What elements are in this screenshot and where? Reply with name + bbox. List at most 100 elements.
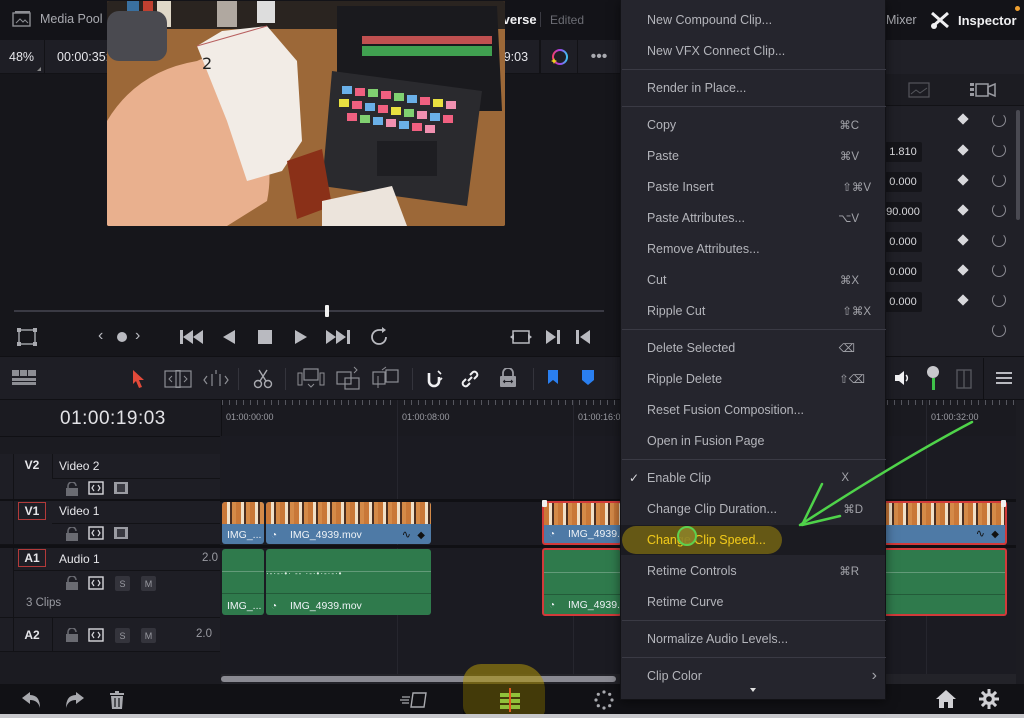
menu-item-change-clip-duration[interactable]: Change Clip Duration... ⌘D <box>621 494 885 524</box>
reset-icon[interactable] <box>992 173 1006 187</box>
track-id[interactable]: A2 <box>18 626 46 644</box>
solo-button[interactable]: S <box>115 576 130 591</box>
selection-tool-icon[interactable] <box>133 370 145 388</box>
marker-icon[interactable] <box>581 370 595 386</box>
menu-item-cut[interactable]: Cut ⌘X <box>621 265 885 295</box>
flag-marker-icon[interactable] <box>547 370 559 386</box>
audio-clip[interactable]: ·-·-·•· -- ·-·•·-·-·• ◔ IMG_4939.mov <box>266 549 431 615</box>
match-frame-icon[interactable] <box>117 332 127 342</box>
video-clip[interactable]: IMG_... <box>222 502 264 544</box>
clip-trim-handle[interactable] <box>1001 500 1006 507</box>
reset-icon[interactable] <box>992 233 1006 247</box>
reset-icon[interactable] <box>992 293 1006 307</box>
fusion-page-icon[interactable] <box>594 690 614 710</box>
reset-icon[interactable] <box>992 113 1006 127</box>
replace-clip-icon[interactable] <box>372 366 400 390</box>
mark-out-icon[interactable] <box>576 330 590 344</box>
next-edit-icon[interactable]: › <box>135 326 140 346</box>
video-clip-selected[interactable]: IMG_4939.mov ◔ <box>542 501 622 545</box>
overwrite-clip-icon[interactable] <box>336 366 360 390</box>
track-lock-icon[interactable] <box>64 482 80 496</box>
auto-select-icon[interactable] <box>88 526 104 540</box>
solo-button[interactable]: S <box>115 628 130 643</box>
menu-item-open-in-fusion-page[interactable]: Open in Fusion Page <box>621 426 885 456</box>
home-icon[interactable] <box>936 690 956 708</box>
menu-item-delete-selected[interactable]: Delete Selected ⌫ <box>621 333 885 363</box>
fullscreen-viewer-icon[interactable] <box>510 329 532 345</box>
blade-tool-icon[interactable] <box>253 369 273 389</box>
image-tab-icon[interactable] <box>908 82 930 98</box>
menu-item-new-vfx-connect-clip[interactable]: New VFX Connect Clip... <box>621 36 885 66</box>
menu-item-normalize-audio-levels[interactable]: Normalize Audio Levels... <box>621 624 885 654</box>
inspector-value-field[interactable]: 0.000 <box>884 292 922 312</box>
menu-item-reset-fusion-composition[interactable]: Reset Fusion Composition... <box>621 395 885 425</box>
audio-clip-selected[interactable] <box>884 548 1007 616</box>
auto-select-icon[interactable] <box>88 576 104 590</box>
insert-clip-icon[interactable] <box>297 368 325 390</box>
zoom-dropdown[interactable]: 48% <box>0 40 45 74</box>
reset-icon[interactable] <box>992 323 1006 337</box>
play-reverse-icon[interactable] <box>223 330 235 344</box>
inspector-value-field[interactable]: 0.000 <box>884 232 922 252</box>
media-pool-button[interactable]: Media Pool <box>12 10 103 28</box>
scrubber-track[interactable] <box>14 310 604 312</box>
dynamic-trim-tool-icon[interactable] <box>202 368 230 390</box>
transform-overlay-icon[interactable] <box>16 327 38 349</box>
split-view-icon[interactable] <box>956 369 972 389</box>
vertical-scrollbar[interactable] <box>1016 400 1024 684</box>
menu-item-render-in-place[interactable]: Render in Place... <box>621 73 885 103</box>
inspector-button[interactable]: Inspector <box>930 11 1017 29</box>
mute-button[interactable]: M <box>141 576 156 591</box>
inspector-scrollbar[interactable] <box>1016 110 1020 220</box>
track-lock-icon[interactable] <box>64 527 80 541</box>
film-track-icon[interactable] <box>113 526 129 540</box>
stop-icon[interactable] <box>258 330 272 344</box>
play-icon[interactable] <box>295 330 307 344</box>
scrubber-playhead[interactable] <box>324 305 329 317</box>
menu-item-new-compound-clip[interactable]: New Compound Clip... <box>621 5 885 35</box>
audio-clip[interactable]: IMG_... <box>222 549 264 615</box>
hamburger-menu-icon[interactable] <box>996 371 1012 385</box>
redo-icon[interactable] <box>64 692 84 708</box>
auto-select-icon[interactable] <box>88 481 104 495</box>
video-clip-selected[interactable]: ∿ ◆ <box>884 501 1007 545</box>
film-track-icon[interactable] <box>113 481 129 495</box>
mark-in-icon[interactable] <box>546 330 560 344</box>
inspector-value-field[interactable]: 0.000 <box>884 262 922 282</box>
inspector-value-field[interactable]: 1.810 <box>884 142 922 162</box>
mute-button[interactable]: M <box>141 628 156 643</box>
linked-selection-icon[interactable] <box>460 369 480 389</box>
position-lock-icon[interactable] <box>499 368 517 388</box>
menu-scroll-down-icon[interactable] <box>750 688 756 692</box>
color-effects-button[interactable] <box>540 40 578 74</box>
trash-icon[interactable] <box>110 691 124 709</box>
edit-page-icon[interactable] <box>497 688 523 712</box>
skip-to-start-icon[interactable] <box>180 330 204 344</box>
track-id[interactable]: V2 <box>18 456 46 474</box>
menu-item-paste[interactable]: Paste ⌘V <box>621 141 885 171</box>
inspector-value-field[interactable]: 0.000 <box>884 172 922 192</box>
reset-icon[interactable] <box>992 143 1006 157</box>
undo-icon[interactable] <box>22 692 42 708</box>
camera-tab-icon[interactable] <box>970 81 996 99</box>
cut-page-icon[interactable] <box>400 690 428 710</box>
track-lock-icon[interactable] <box>64 628 80 642</box>
audio-clip-selected[interactable]: ◔ IMG_4939.mov <box>542 548 622 616</box>
menu-item-ripple-cut[interactable]: Ripple Cut ⇧⌘X <box>621 296 885 326</box>
loop-icon[interactable] <box>368 327 390 347</box>
timeline-view-options-icon[interactable] <box>12 370 36 386</box>
skip-to-end-icon[interactable] <box>326 330 350 344</box>
clip-trim-handle[interactable] <box>542 500 547 507</box>
track-lock-icon[interactable] <box>64 576 80 590</box>
menu-item-copy[interactable]: Copy ⌘C <box>621 110 885 140</box>
volume-icon[interactable] <box>895 371 911 385</box>
trim-edit-tool-icon[interactable] <box>164 370 192 388</box>
reset-icon[interactable] <box>992 203 1006 217</box>
menu-item-paste-attributes[interactable]: Paste Attributes... ⌥V <box>621 203 885 233</box>
settings-gear-icon[interactable] <box>979 689 999 709</box>
video-clip[interactable]: IMG_4939.mov ◔ ⛓ ∿ ◆ <box>266 502 431 544</box>
auto-select-icon[interactable] <box>88 628 104 642</box>
track-id[interactable]: A1 <box>18 549 46 567</box>
more-options-button[interactable]: ••• <box>578 40 620 74</box>
menu-item-enable-clip[interactable]: ✓ Enable Clip X <box>621 463 885 493</box>
